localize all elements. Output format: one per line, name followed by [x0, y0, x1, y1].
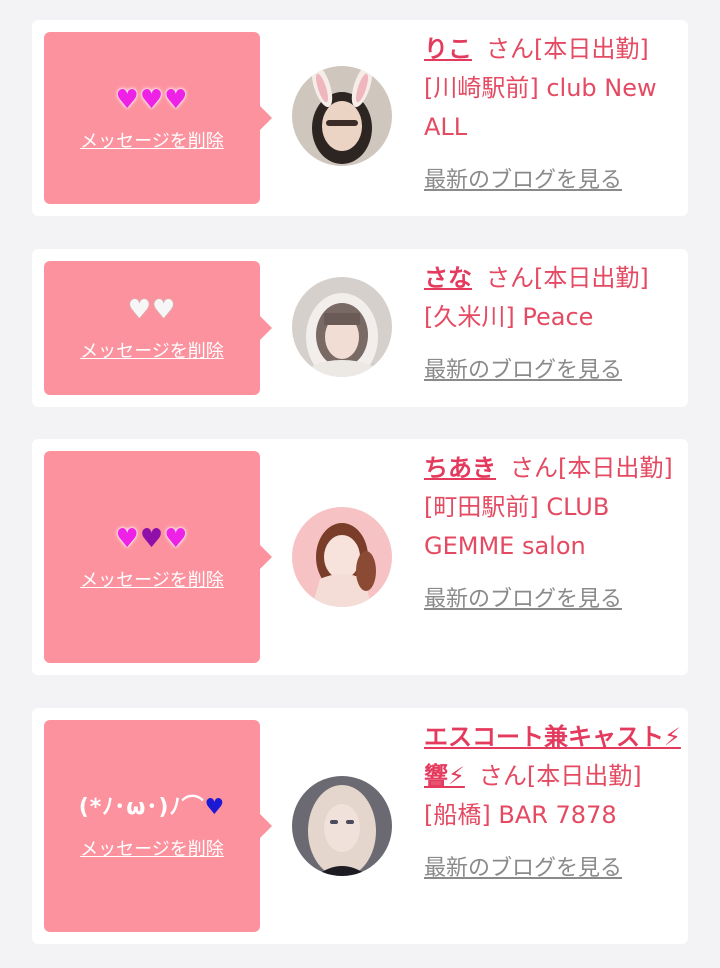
message-bubble: (*ﾉ･ω･)ﾉ⌒♥ メッセージを削除 [44, 720, 272, 932]
white-heart-icon: ♥ [152, 295, 177, 325]
cast-name-link[interactable]: りこ [424, 35, 472, 63]
pink-heart-icon: ♥ [115, 85, 140, 115]
message-card: (*ﾉ･ω･)ﾉ⌒♥ メッセージを削除 エスコート兼キャスト⚡響⚡ さん[本日出勤… [32, 708, 688, 944]
delete-message-link[interactable]: メッセージを削除 [80, 127, 224, 153]
latest-blog-link[interactable]: 最新のブログを見る [424, 161, 674, 200]
avatar-photo [292, 66, 392, 166]
message-bubble: ♥♥♥ メッセージを削除 [44, 32, 272, 204]
white-heart-icon: ♥ [127, 295, 152, 325]
avatar[interactable] [292, 507, 392, 607]
latest-blog-link[interactable]: 最新のブログを見る [424, 849, 694, 888]
message-bubble: ♥♥ メッセージを削除 [44, 261, 272, 395]
message-content: ♥♥ [44, 293, 260, 327]
cast-info: りこ さん[本日出勤] [川崎駅前] club New ALL 最新のブログを見る [424, 30, 674, 200]
message-text: (*ﾉ･ω･)ﾉ⌒ [78, 795, 205, 820]
message-content: ♥♥♥ [44, 83, 260, 117]
pink-heart-icon: ♥ [139, 85, 165, 115]
avatar-photo [292, 507, 392, 607]
message-card: ♥♥♥ メッセージを削除 りこ さん[本日出勤] [川崎駅前] club New … [32, 20, 688, 216]
delete-message-link[interactable]: メッセージを削除 [80, 835, 224, 861]
delete-message-link[interactable]: メッセージを削除 [80, 566, 224, 592]
avatar-photo [292, 277, 392, 377]
message-card: ♥♥♥ メッセージを削除 ちあき さん[本日出勤] [町田駅前] CLUB GEM… [32, 439, 688, 675]
cast-name-link[interactable]: ちあき [424, 454, 496, 482]
cast-name-link[interactable]: さな [424, 264, 472, 292]
latest-blog-link[interactable]: 最新のブログを見る [424, 580, 674, 619]
cast-location: [船橋] BAR 7878 [424, 801, 617, 829]
pink-heart-icon: ♥ [164, 524, 189, 554]
message-card: ♥♥ メッセージを削除 さな さん[本日出勤] [久米川] Peace 最新のブロ… [32, 249, 688, 407]
cast-status: さん[本日出勤] [486, 35, 649, 63]
avatar[interactable] [292, 277, 392, 377]
cast-location: [久米川] Peace [424, 303, 594, 331]
cast-status: さん[本日出勤] [510, 454, 673, 482]
cast-info: さな さん[本日出勤] [久米川] Peace 最新のブログを見る [424, 259, 674, 390]
purple-heart-icon: ♥ [139, 524, 165, 554]
message-content: (*ﾉ･ω･)ﾉ⌒♥ [44, 791, 260, 825]
message-content: ♥♥♥ [44, 522, 260, 556]
message-bubble: ♥♥♥ メッセージを削除 [44, 451, 272, 663]
delete-message-link[interactable]: メッセージを削除 [80, 337, 224, 363]
avatar[interactable] [292, 66, 392, 166]
blue-heart-icon: ♥ [204, 795, 226, 820]
cast-info: ちあき さん[本日出勤] [町田駅前] CLUB GEMME salon 最新のブ… [424, 449, 674, 619]
cast-location: [川崎駅前] club New ALL [424, 74, 657, 141]
avatar-photo [292, 776, 392, 876]
cast-status: さん[本日出勤] [478, 762, 642, 790]
cast-info: エスコート兼キャスト⚡響⚡ さん[本日出勤] [船橋] BAR 7878 最新のブ… [424, 718, 694, 888]
latest-blog-link[interactable]: 最新のブログを見る [424, 351, 674, 390]
pink-heart-icon: ♥ [164, 85, 189, 115]
cast-location: [町田駅前] CLUB GEMME salon [424, 493, 610, 560]
pink-heart-icon: ♥ [115, 524, 140, 554]
cast-status: さん[本日出勤] [486, 264, 649, 292]
avatar[interactable] [292, 776, 392, 876]
